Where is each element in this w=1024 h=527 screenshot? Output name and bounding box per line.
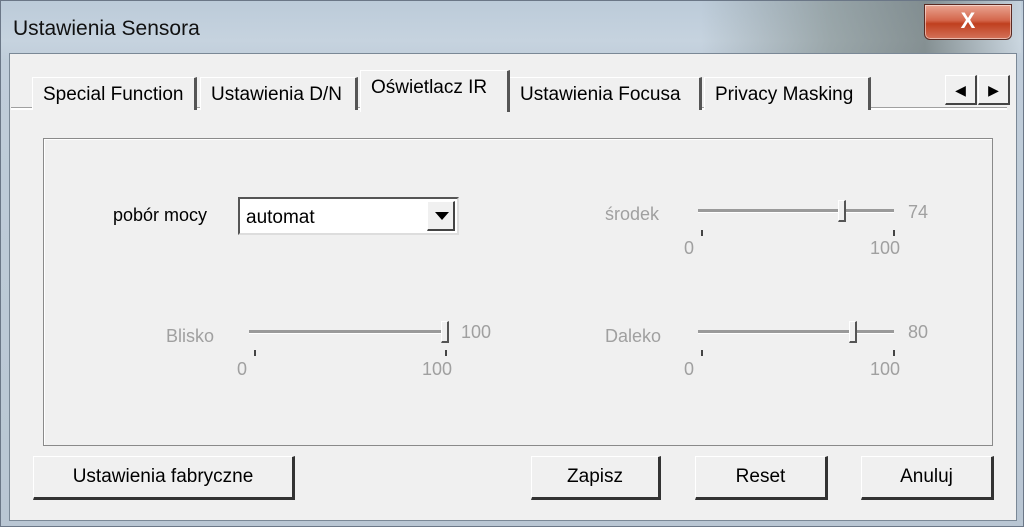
blisko-label: Blisko — [166, 326, 215, 346]
daleko-tick-max — [893, 350, 895, 356]
settings-panel — [43, 138, 993, 446]
tab-oswietlacz-ir[interactable]: Oświetlacz IR — [360, 70, 510, 112]
power-mode-value: automat — [246, 207, 315, 228]
blisko-slider-thumb[interactable] — [441, 321, 449, 343]
srodek-value: 74 — [908, 202, 929, 222]
close-button[interactable]: X — [924, 4, 1012, 40]
blisko-value: 100 — [461, 322, 492, 342]
tab-scroll-right-button[interactable]: ▶ — [978, 75, 1010, 105]
arrow-right-icon: ▶ — [988, 82, 999, 98]
chevron-down-icon[interactable] — [427, 201, 455, 231]
srodek-label: środek — [605, 204, 660, 224]
daleko-slider-thumb[interactable] — [848, 321, 857, 343]
blisko-min: 0 — [237, 359, 248, 379]
reset-button[interactable]: Reset — [695, 456, 828, 500]
window-title: Ustawienia Sensora — [13, 17, 200, 40]
srodek-tick-max — [893, 230, 895, 236]
daleko-min: 0 — [684, 359, 695, 379]
srodek-min: 0 — [684, 238, 695, 258]
power-label: pobór mocy — [113, 205, 208, 225]
daleko-value: 80 — [908, 322, 929, 342]
tab-ustawienia-focusa[interactable]: Ustawienia Focusa — [509, 77, 702, 110]
blisko-max: 100 — [422, 359, 453, 379]
save-button[interactable]: Zapisz — [531, 456, 661, 500]
dialog-window: Ustawienia Sensora X Special Function Us… — [0, 0, 1024, 527]
tab-privacy-masking[interactable]: Privacy Masking — [704, 77, 871, 110]
srodek-max: 100 — [870, 238, 901, 258]
power-mode-select[interactable]: automat — [238, 197, 459, 235]
srodek-slider-thumb[interactable] — [837, 200, 846, 222]
tab-special-function[interactable]: Special Function — [32, 77, 197, 110]
daleko-slider-track[interactable] — [698, 330, 894, 334]
daleko-label: Daleko — [605, 326, 662, 346]
daleko-max: 100 — [870, 359, 901, 379]
blisko-tick-min — [254, 350, 256, 356]
srodek-tick-min — [701, 230, 703, 236]
blisko-tick-max — [445, 350, 447, 356]
tab-ustawienia-dn[interactable]: Ustawienia D/N — [200, 77, 358, 110]
cancel-button[interactable]: Anuluj — [861, 456, 994, 500]
daleko-tick-min — [701, 350, 703, 356]
arrow-left-icon: ◀ — [955, 82, 966, 98]
tab-scroll-left-button[interactable]: ◀ — [945, 75, 977, 105]
blisko-slider-track[interactable] — [249, 330, 449, 334]
srodek-slider-track[interactable] — [698, 209, 894, 213]
factory-defaults-button[interactable]: Ustawienia fabryczne — [33, 456, 295, 500]
